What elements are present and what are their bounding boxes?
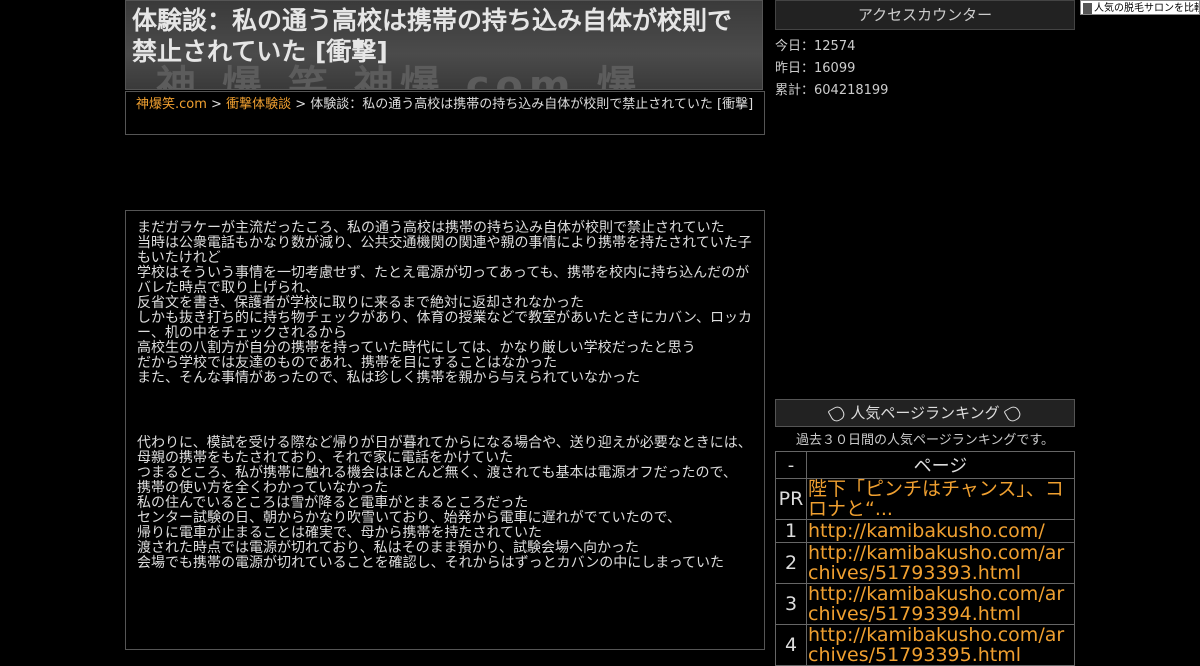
- article-line: 私の住んでいるところは雪が降ると電車がとまるところだった: [137, 495, 529, 511]
- article-line: 反省文を書き、保護者が学校に取りに来るまで絶対に返却されなかった: [137, 295, 585, 311]
- ad-logo-icon: [1083, 2, 1092, 14]
- ranking-link[interactable]: http://kamibakusho.com/archives/51793394…: [808, 583, 1064, 625]
- breadcrumb-home-link[interactable]: 神爆笑.com: [136, 97, 207, 112]
- breadcrumb-current: 体験談：私の通う高校は携帯の持ち込み自体が校則で禁止されていた [衝撃]: [310, 97, 754, 112]
- article-line: 母親の携帯をもたされており、それで家に電話をかけていた: [137, 450, 514, 466]
- breadcrumb-category-link[interactable]: 衝撃体験談: [226, 97, 291, 112]
- article-line: 渡された時点では電源が切れており、私はそのまま預かり、試験会場へ向かった: [137, 540, 640, 556]
- article-line: 高校生の八割方が自分の携帯を持っていた時代にしては、かなり厳しい学校だったと思う: [137, 340, 696, 356]
- article-line: 会場でも携帯の電源が切れていることを確認し、それからはずっとカバンの中にしまって…: [137, 555, 725, 571]
- ad-banner[interactable]: 人気の脱毛サロンを比較: [1080, 0, 1200, 15]
- access-counter: 今日：12574 昨日：16099 累計：604218199: [775, 36, 888, 102]
- page-title: 体験談：私の通う高校は携帯の持ち込み自体が校則で禁止されていた [衝撃]: [132, 6, 733, 66]
- hand-icon: [827, 403, 847, 424]
- rank-cell: 1: [775, 519, 807, 543]
- table-row: 4 http://kamibakusho.com/archives/517933…: [775, 624, 1075, 666]
- ranking-title: 人気ページランキング: [850, 404, 1000, 422]
- article-line: 当時は公衆電話もかなり数が減り、公共交通機関の関連や親の事情により携帯を持たされ…: [137, 235, 752, 266]
- article-line: しかも抜き打ち的に持ち物チェックがあり、体育の授業などで教室があいたときにカバン…: [137, 310, 753, 341]
- hand-icon: [1003, 403, 1023, 424]
- counter-title: アクセスカウンター: [775, 0, 1075, 30]
- ranking-link[interactable]: 陛下「ピンチはチャンス」、コロナと“...: [808, 478, 1064, 520]
- article-line: まだガラケーが主流だったころ、私の通う高校は携帯の持ち込み自体が校則で禁止されて…: [137, 220, 725, 236]
- article-line: だから学校では友達のものであれ、携帯を目にすることはなかった: [137, 355, 558, 371]
- ad-text: 人気の脱毛サロンを比較: [1094, 3, 1200, 14]
- table-row: PR 陛下「ピンチはチャンス」、コロナと“...: [775, 478, 1075, 520]
- article-body: まだガラケーが主流だったころ、私の通う高校は携帯の持ち込み自体が校則で禁止されて…: [125, 210, 765, 650]
- breadcrumb-separator: >: [291, 97, 311, 112]
- ranking-link[interactable]: http://kamibakusho.com/: [808, 520, 1045, 542]
- article-line: 携帯の使い方を全くわかっていなかった: [137, 480, 389, 496]
- breadcrumb: 神爆笑.com > 衝撃体験談 > 体験談：私の通う高校は携帯の持ち込み自体が校…: [125, 91, 765, 135]
- article-line: つまるところ、私が携帯に触れる機会はほとんど無く、渡されても基本は電源オフだった…: [137, 465, 737, 481]
- article-paragraph-1: まだガラケーが主流だったころ、私の通う高校は携帯の持ち込み自体が校則で禁止されて…: [137, 221, 753, 386]
- article-line: 帰りに電車が止まることは確実で、母から携帯を持たされていた: [137, 525, 543, 541]
- article-paragraph-2: 代わりに、模試を受ける際など帰りが日が暮れてからになる場合や、送り迎えが必要なと…: [137, 436, 753, 571]
- counter-yesterday: 昨日：16099: [775, 61, 856, 76]
- ranking-header-row: - ページ: [775, 451, 1075, 479]
- ranking-description: 過去３０日間の人気ページランキングです。: [795, 433, 1055, 448]
- ranking-link[interactable]: http://kamibakusho.com/archives/51793395…: [808, 624, 1064, 666]
- counter-total: 累計：604218199: [775, 83, 889, 98]
- article-line: また、そんな事情があったので、私は珍しく携帯を親から与えられていなかった: [137, 370, 641, 386]
- table-row: 1 http://kamibakusho.com/: [775, 519, 1075, 543]
- ranking-table: - ページ PR 陛下「ピンチはチャンス」、コロナと“... 1 http://…: [775, 451, 1075, 666]
- rank-cell: PR: [775, 478, 807, 520]
- ranking-link[interactable]: http://kamibakusho.com/archives/51793393…: [808, 542, 1064, 584]
- breadcrumb-separator: >: [206, 97, 227, 112]
- counter-today: 今日：12574: [775, 39, 856, 54]
- rank-cell: 2: [775, 542, 807, 584]
- page-header: 神 爆 笑 神爆 com 爆 体験談：私の通う高校は携帯の持ち込み自体が校則で禁…: [125, 0, 763, 90]
- table-row: 3 http://kamibakusho.com/archives/517933…: [775, 583, 1075, 625]
- article-line: 代わりに、模試を受ける際など帰りが日が暮れてからになる場合や、送り迎えが必要なと…: [137, 435, 752, 451]
- table-row: 2 http://kamibakusho.com/archives/517933…: [775, 542, 1075, 584]
- article-line: 学校はそういう事情を一切考慮せず、たとえ電源が切ってあっても、携帯を校内に持ち込…: [137, 265, 750, 296]
- rank-cell: 4: [775, 624, 807, 666]
- ranking-header: 人気ページランキング: [775, 399, 1075, 427]
- rank-cell: 3: [775, 583, 807, 625]
- article-line: センター試験の日、朝からかなり吹雪いており、始発から電車に遅れがでていたので、: [137, 510, 682, 526]
- page-column-header: ページ: [806, 451, 1075, 479]
- rank-column-header: -: [775, 451, 807, 479]
